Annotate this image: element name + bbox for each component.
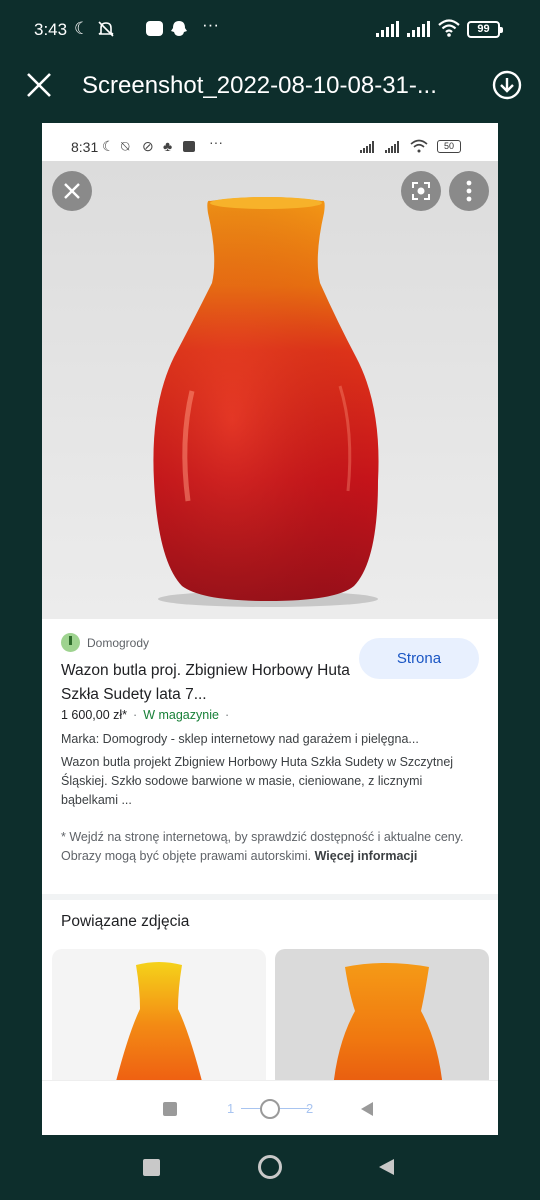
signal-icon	[385, 141, 399, 153]
alarm-off-icon: ⊘	[142, 138, 154, 154]
price-row: 1 600,00 zł* · W magazynie ·	[61, 708, 230, 722]
snapchat-icon	[171, 21, 187, 36]
lens-button[interactable]	[401, 171, 441, 211]
source-row[interactable]: Domogrody	[61, 633, 149, 652]
product-photo[interactable]	[42, 161, 498, 619]
file-title: Screenshot_2022-08-10-08-31-...	[82, 72, 437, 99]
visit-site-button[interactable]: Strona	[359, 638, 479, 679]
wifi-icon	[438, 19, 460, 37]
battery-icon: 50	[437, 140, 461, 153]
vase-image	[153, 197, 379, 607]
recents-square-icon[interactable]	[143, 1159, 160, 1176]
bell-off-icon	[98, 21, 114, 37]
related-vase-image	[114, 962, 204, 1089]
status-time: 3:43	[34, 20, 68, 39]
more-info-link[interactable]: Więcej informacji	[315, 849, 418, 863]
puzzle-icon	[183, 141, 195, 152]
moon-icon: ☾	[102, 138, 115, 154]
product-description: Wazon butla projekt Zbigniew Horbowy Hut…	[61, 755, 454, 807]
more-notifications-icon: ···	[209, 134, 223, 150]
inner-status-bar: 8:31 ☾ ⍉ ⊘ ♣ ··· 50	[42, 123, 498, 161]
source-name: Domogrody	[87, 635, 150, 650]
signal-icon	[376, 21, 399, 37]
chat-icon	[146, 21, 163, 36]
lens-icon	[412, 182, 430, 200]
close-preview-button[interactable]	[52, 171, 92, 211]
more-vert-icon	[466, 180, 472, 202]
home-circle-icon[interactable]	[258, 1155, 282, 1179]
source-logo-icon	[61, 633, 80, 652]
snapchat-icon: ♣	[163, 138, 173, 154]
signal-icon	[360, 141, 374, 153]
price: 1 600,00 zł*	[61, 708, 128, 722]
page-number: 2	[306, 1101, 314, 1116]
system-status-bar: 3:43 ☾ ··· 99	[0, 0, 540, 60]
related-vase-image	[333, 963, 443, 1089]
image-viewer-toolbar: Screenshot_2022-08-10-08-31-...	[0, 60, 540, 116]
back-triangle-icon[interactable]	[376, 1157, 396, 1177]
back-triangle-icon[interactable]	[359, 1101, 375, 1117]
square-icon[interactable]	[163, 1102, 177, 1116]
page-number: 1	[227, 1101, 235, 1116]
availability-notice: * Wejdź na stronę internetową, by sprawd…	[61, 828, 471, 866]
inner-status-time: 8:31	[71, 139, 99, 155]
screenshot-image: 8:31 ☾ ⍉ ⊘ ♣ ··· 50 Domogrody Wazon butl…	[42, 123, 498, 1135]
home-circle-icon[interactable]	[260, 1099, 280, 1119]
brand-line: Marka: Domogrody - sklep internetowy nad…	[61, 732, 419, 746]
system-nav-bar	[0, 1135, 540, 1200]
bell-off-icon: ⍉	[121, 138, 130, 154]
more-notifications-icon: ···	[202, 15, 219, 34]
close-icon	[64, 183, 80, 199]
moon-icon: ☾	[74, 19, 90, 38]
signal-icon	[407, 21, 430, 37]
related-image[interactable]	[52, 949, 266, 1089]
battery-icon: 99	[467, 21, 503, 38]
related-heading: Powiązane zdjęcia	[61, 913, 190, 930]
close-icon[interactable]	[22, 68, 56, 102]
wifi-icon	[410, 139, 428, 153]
more-options-button[interactable]	[449, 171, 489, 211]
related-image[interactable]	[275, 949, 489, 1089]
download-icon[interactable]	[491, 69, 523, 101]
stock-status: W magazynie	[143, 708, 219, 722]
product-title[interactable]: Wazon butla proj. Zbigniew Horbowy Huta …	[61, 659, 351, 707]
inner-nav-bar: 1 2	[42, 1080, 498, 1135]
divider	[42, 894, 498, 900]
